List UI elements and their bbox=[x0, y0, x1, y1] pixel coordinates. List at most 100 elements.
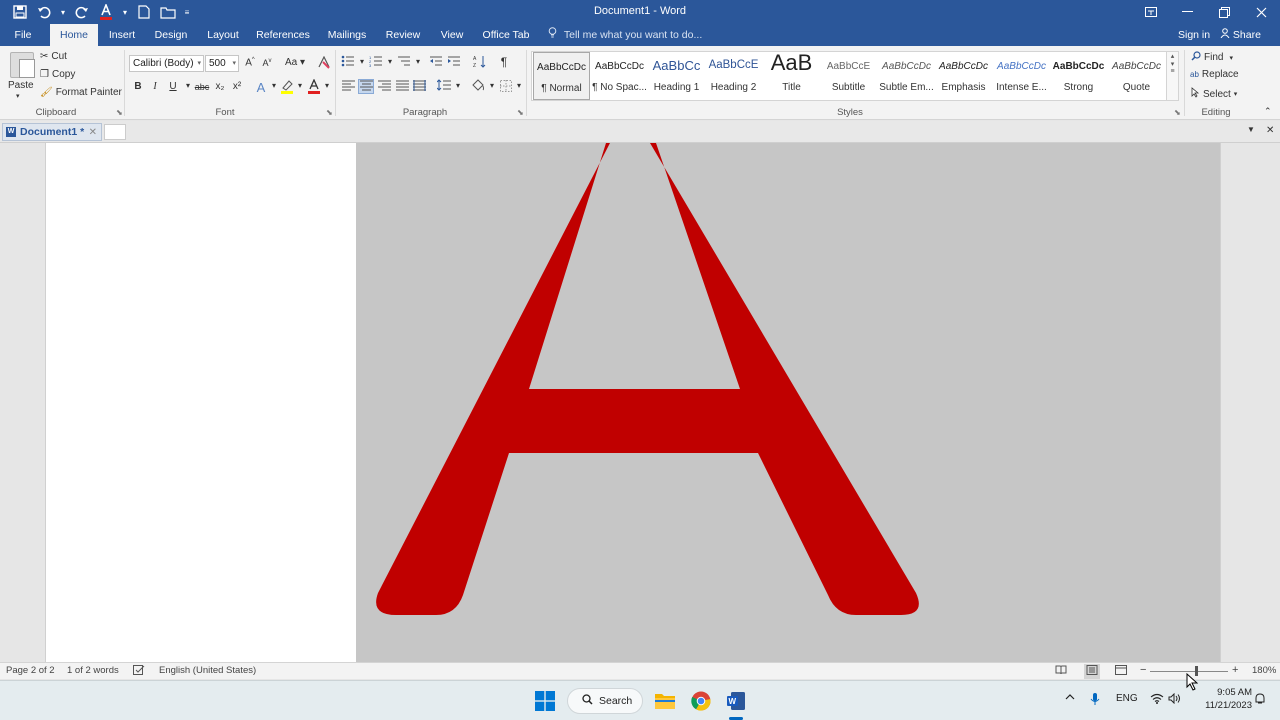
chrome-icon[interactable] bbox=[689, 689, 713, 713]
redo-icon[interactable] bbox=[72, 2, 92, 22]
sort-icon[interactable]: AZ bbox=[472, 55, 488, 71]
chevron-down-icon[interactable]: ▾ bbox=[1167, 60, 1178, 68]
italic-button[interactable]: I bbox=[147, 81, 163, 92]
close-icon[interactable] bbox=[1243, 0, 1280, 24]
taskbar-search[interactable]: Search bbox=[567, 688, 643, 714]
style-quote[interactable]: AaBbCcDc Quote bbox=[1108, 52, 1165, 100]
close-tab-icon[interactable]: ✕ bbox=[89, 127, 97, 138]
copy-button[interactable]: ❐ Copy bbox=[40, 69, 75, 80]
zoom-level[interactable]: 180% bbox=[1252, 665, 1276, 676]
font-name-select[interactable]: Calibri (Body) ▾ bbox=[129, 55, 204, 72]
increase-indent-icon[interactable] bbox=[446, 55, 462, 70]
tab-insert[interactable]: Insert bbox=[102, 24, 142, 46]
customize-qat-icon[interactable]: ≡ bbox=[182, 2, 192, 22]
document-tab[interactable]: W Document1 * ✕ bbox=[2, 123, 102, 141]
style-normal[interactable]: AaBbCcDc ¶ Normal bbox=[533, 52, 590, 100]
style-intense-emphasis[interactable]: AaBbCcDc Intense E... bbox=[993, 52, 1050, 100]
close-all-tabs-icon[interactable]: ✕ bbox=[1266, 125, 1274, 136]
font-color-dropdown-icon[interactable]: ▾ bbox=[120, 2, 130, 22]
file-explorer-icon[interactable] bbox=[653, 689, 677, 713]
new-tab-button[interactable] bbox=[104, 124, 126, 140]
align-right-icon[interactable] bbox=[376, 80, 392, 94]
grow-font-icon[interactable]: A^ bbox=[242, 57, 258, 68]
style-subtitle[interactable]: AaBbCcE Subtitle bbox=[820, 52, 877, 100]
style-no-spacing[interactable]: AaBbCcDc ¶ No Spac... bbox=[591, 52, 648, 100]
page-count[interactable]: Page 2 of 2 bbox=[6, 665, 55, 676]
sign-in-link[interactable]: Sign in bbox=[1178, 24, 1210, 46]
windows-start-icon[interactable] bbox=[533, 689, 557, 713]
font-launcher-icon[interactable]: ⬊ bbox=[326, 108, 333, 117]
tab-home[interactable]: Home bbox=[50, 24, 98, 46]
distributed-icon[interactable] bbox=[411, 80, 427, 94]
new-document-icon[interactable] bbox=[134, 2, 154, 22]
minimize-icon[interactable] bbox=[1169, 0, 1206, 24]
tab-mailings[interactable]: Mailings bbox=[322, 24, 372, 46]
paste-dropdown-icon[interactable]: ▾ bbox=[16, 92, 20, 100]
word-count[interactable]: 1 of 2 words bbox=[67, 665, 119, 676]
style-subtle-emphasis[interactable]: AaBbCcDc Subtle Em... bbox=[878, 52, 935, 100]
paragraph-launcher-icon[interactable]: ⬊ bbox=[517, 108, 524, 117]
undo-icon[interactable] bbox=[34, 2, 54, 22]
share-button[interactable]: Share bbox=[1220, 24, 1261, 46]
save-icon[interactable] bbox=[10, 2, 30, 22]
styles-gallery-scroll[interactable]: ▴ ▾ ≡ bbox=[1167, 51, 1179, 101]
multilevel-dropdown-icon[interactable]: ▾ bbox=[410, 57, 426, 66]
ribbon-display-options-icon[interactable] bbox=[1132, 0, 1169, 24]
change-case-button[interactable]: Aa ▾ bbox=[282, 57, 308, 68]
zoom-slider-track[interactable] bbox=[1150, 671, 1228, 672]
tell-me-box[interactable]: Tell me what you want to do... bbox=[548, 24, 702, 46]
borders-dropdown-icon[interactable]: ▾ bbox=[511, 81, 527, 90]
find-button[interactable]: Find ▾ bbox=[1191, 51, 1233, 64]
decrease-indent-icon[interactable] bbox=[428, 55, 444, 70]
language-indicator[interactable]: English (United States) bbox=[159, 665, 256, 676]
notifications-icon[interactable] bbox=[1254, 693, 1266, 708]
align-left-icon[interactable] bbox=[340, 80, 356, 94]
strikethrough-button[interactable]: abc bbox=[193, 82, 211, 92]
tab-list-dropdown-icon[interactable]: ▼ bbox=[1247, 125, 1255, 134]
style-emphasis[interactable]: AaBbCcDc Emphasis bbox=[935, 52, 992, 100]
style-heading-1[interactable]: AaBbCc Heading 1 bbox=[648, 52, 705, 100]
tab-review[interactable]: Review bbox=[382, 24, 424, 46]
paste-button[interactable]: Paste bbox=[8, 80, 34, 91]
font-color-icon[interactable] bbox=[96, 2, 116, 22]
web-layout-icon[interactable] bbox=[1115, 665, 1127, 678]
document-page[interactable] bbox=[45, 143, 1221, 662]
restore-icon[interactable] bbox=[1206, 0, 1243, 24]
paste-icon[interactable] bbox=[10, 52, 35, 78]
read-mode-icon[interactable] bbox=[1055, 665, 1067, 678]
styles-launcher-icon[interactable]: ⬊ bbox=[1174, 108, 1181, 117]
underline-button[interactable]: U bbox=[165, 81, 181, 92]
pilcrow-icon[interactable]: ¶ bbox=[496, 55, 512, 69]
input-language[interactable]: ENG bbox=[1116, 693, 1138, 704]
clipboard-launcher-icon[interactable]: ⬊ bbox=[116, 108, 123, 117]
print-layout-icon[interactable] bbox=[1084, 664, 1100, 679]
show-hidden-icons[interactable] bbox=[1065, 693, 1075, 704]
line-spacing-dropdown-icon[interactable]: ▾ bbox=[450, 81, 466, 90]
system-clock[interactable]: 9:05 AM 11/21/2023 bbox=[1190, 686, 1252, 712]
subscript-button[interactable]: x₂ bbox=[212, 81, 228, 92]
style-title[interactable]: AaB Title bbox=[763, 50, 820, 100]
tab-view[interactable]: View bbox=[434, 24, 470, 46]
shrink-font-icon[interactable]: Av bbox=[259, 58, 275, 68]
undo-dropdown-icon[interactable]: ▾ bbox=[58, 2, 68, 22]
chevron-up-icon[interactable]: ▴ bbox=[1167, 52, 1178, 60]
replace-button[interactable]: ab Replace bbox=[1190, 69, 1239, 80]
font-size-select[interactable]: 500 ▾ bbox=[205, 55, 239, 72]
volume-icon[interactable] bbox=[1168, 692, 1182, 707]
bold-button[interactable]: B bbox=[130, 81, 146, 92]
format-painter-button[interactable]: 🖌 Format Painter bbox=[40, 87, 122, 98]
collapse-ribbon-icon[interactable]: ⌃ bbox=[1264, 106, 1272, 117]
tab-design[interactable]: Design bbox=[150, 24, 192, 46]
select-button[interactable]: Select ▾ bbox=[1191, 87, 1237, 101]
gallery-more-icon[interactable]: ≡ bbox=[1167, 68, 1178, 75]
wifi-icon[interactable] bbox=[1150, 693, 1164, 707]
style-heading-2[interactable]: AaBbCcE Heading 2 bbox=[705, 52, 762, 100]
justify-icon[interactable] bbox=[394, 80, 410, 94]
tab-layout[interactable]: Layout bbox=[202, 24, 244, 46]
word-taskbar-icon[interactable]: W bbox=[724, 689, 748, 713]
zoom-out-button[interactable]: − bbox=[1140, 664, 1146, 676]
cut-button[interactable]: ✂ Cut bbox=[40, 51, 67, 62]
open-folder-icon[interactable] bbox=[158, 2, 178, 22]
tab-references[interactable]: References bbox=[254, 24, 312, 46]
clear-formatting-icon[interactable] bbox=[316, 55, 332, 72]
